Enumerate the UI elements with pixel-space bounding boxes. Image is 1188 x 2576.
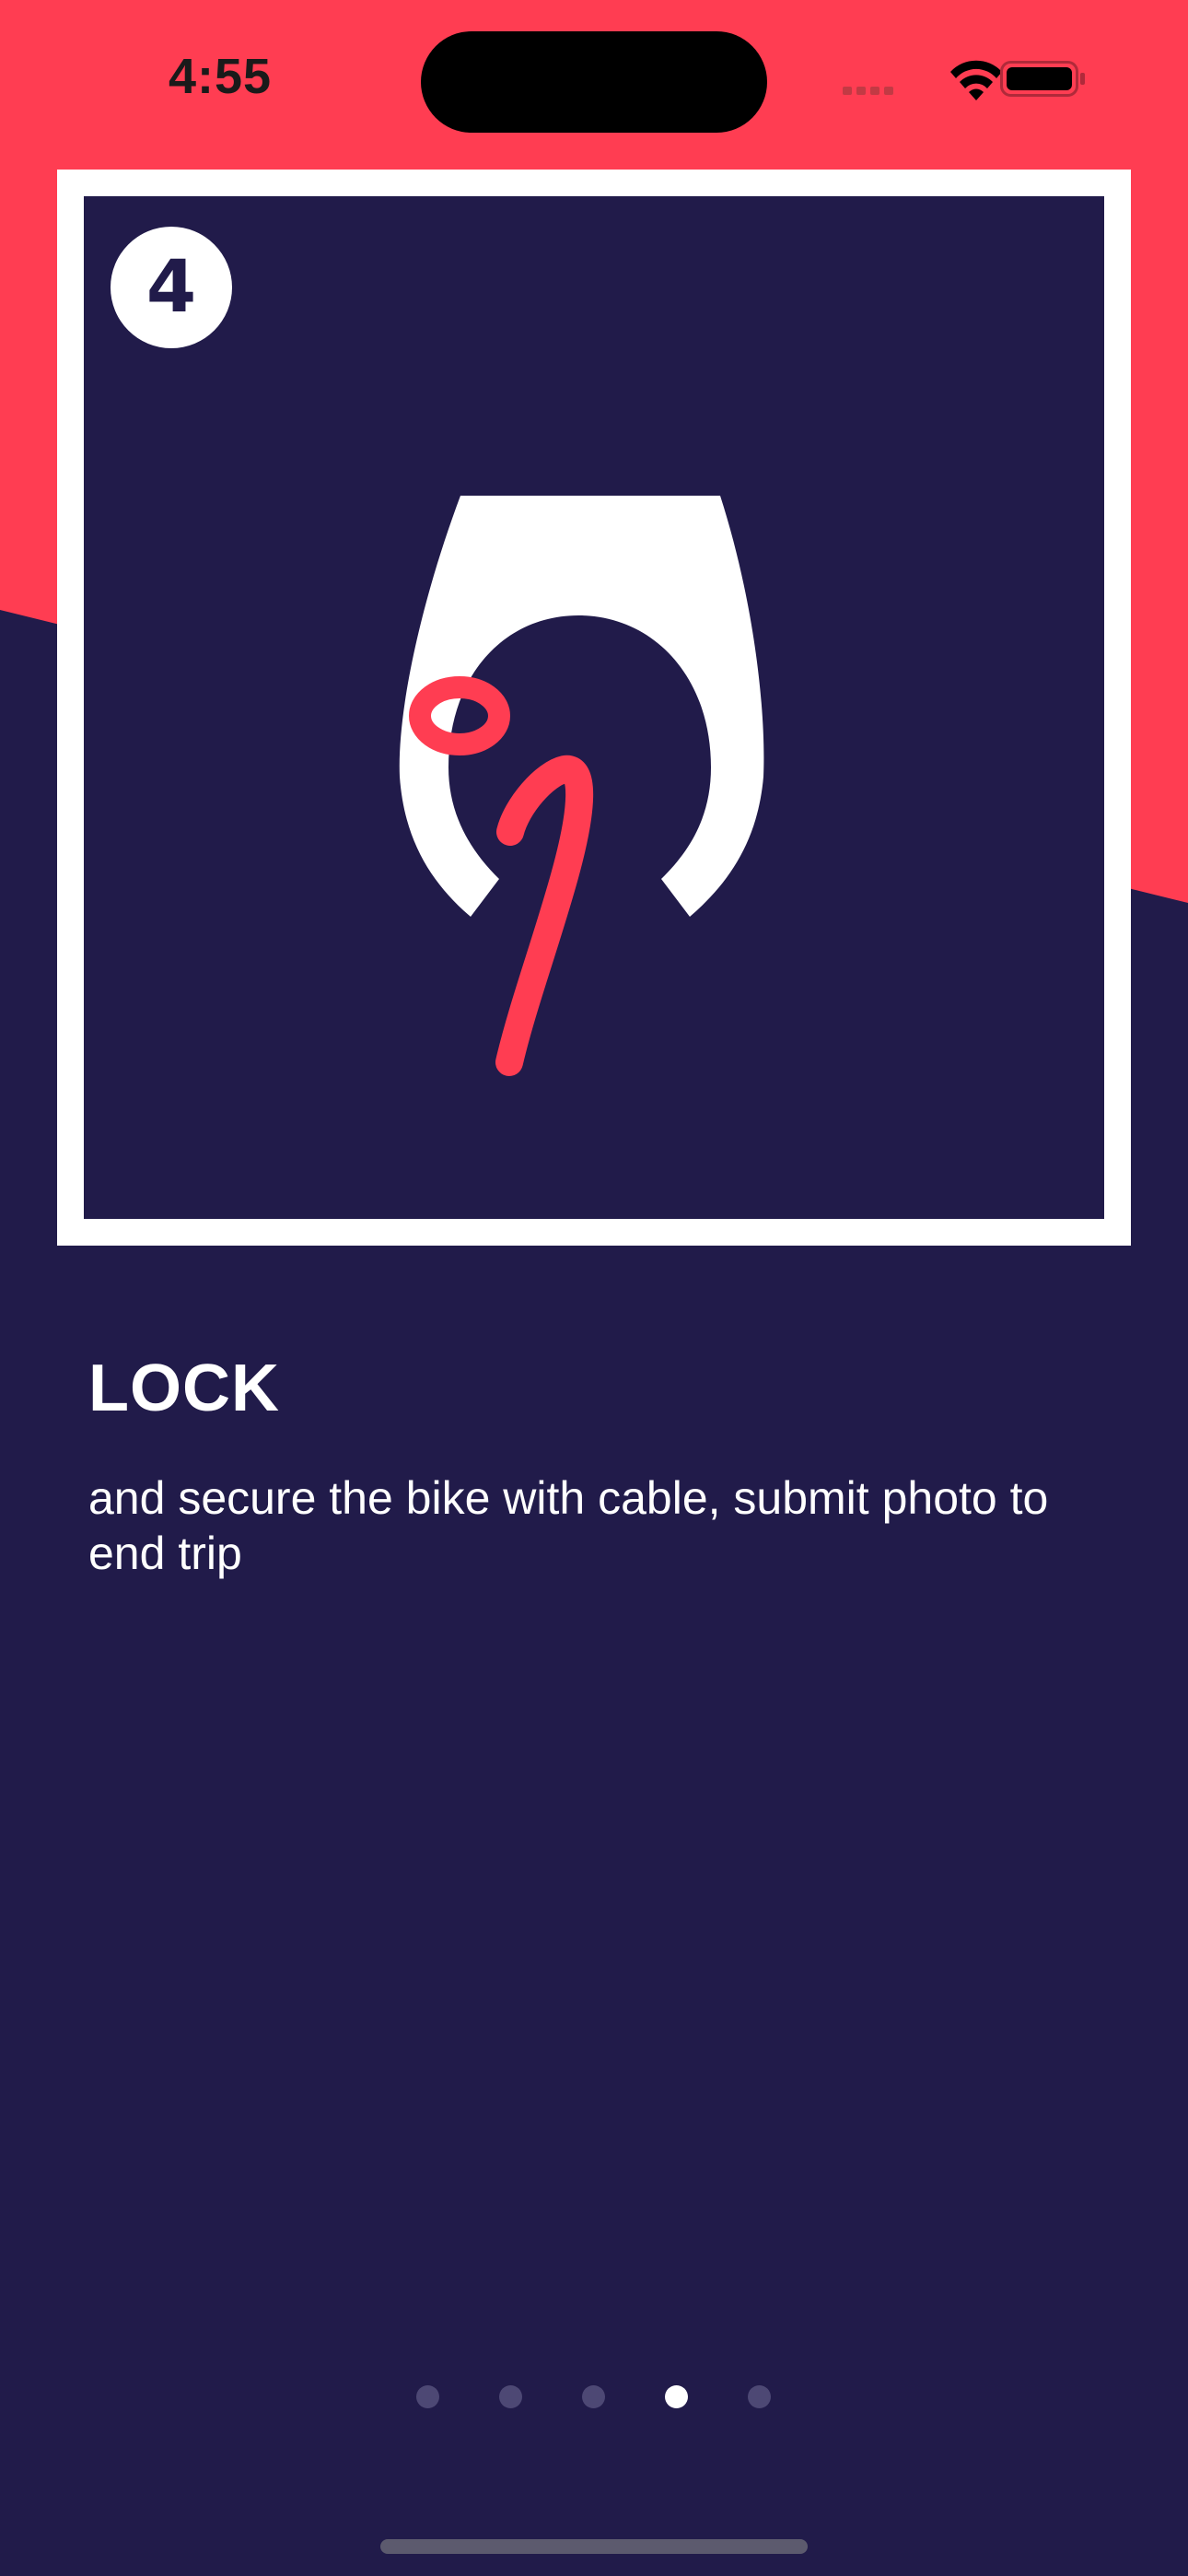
cellular-signal-icon: [843, 87, 893, 95]
battery-icon: [1000, 61, 1085, 97]
page-indicator[interactable]: [416, 2385, 785, 2409]
page-dot[interactable]: [748, 2385, 771, 2408]
page-dot[interactable]: [416, 2385, 439, 2408]
wifi-icon: [950, 60, 1002, 100]
home-indicator[interactable]: [380, 2539, 808, 2554]
page-dot-active[interactable]: [665, 2385, 688, 2408]
status-time: 4:55: [169, 49, 273, 104]
dynamic-island: [421, 31, 767, 133]
page-dot[interactable]: [499, 2385, 522, 2408]
step-title: LOCK: [88, 1352, 280, 1425]
step-number-badge: 4: [111, 227, 232, 348]
status-icons: [843, 60, 1085, 100]
page-dot[interactable]: [582, 2385, 605, 2408]
illustration-card: 4: [57, 170, 1131, 1246]
step-description: and secure the bike with cable, submit p…: [88, 1472, 1049, 1579]
illustration-panel: 4: [84, 196, 1104, 1219]
bike-frame-cable-lock-icon: [399, 496, 764, 1076]
